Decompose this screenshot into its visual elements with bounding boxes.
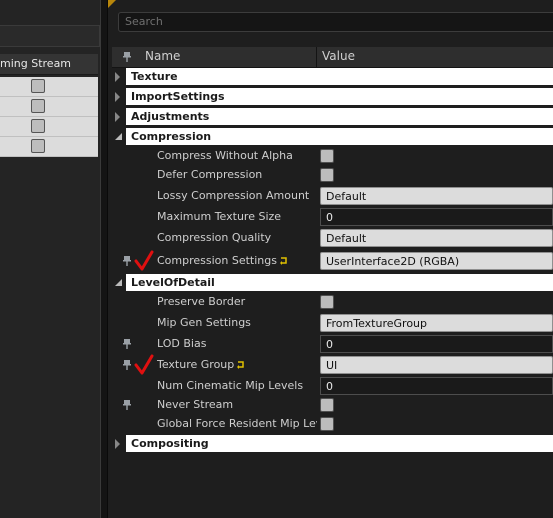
property-preserve-border: Preserve Border <box>112 292 553 312</box>
defer-compression-checkbox[interactable] <box>320 168 334 182</box>
category-label: ImportSettings <box>131 90 225 103</box>
left-row-checkbox[interactable] <box>31 139 45 153</box>
expand-arrow-icon[interactable] <box>115 92 120 102</box>
check-mark-icon <box>134 354 154 375</box>
property-never-stream: Never Stream <box>112 395 553 415</box>
compression-settings-dropdown[interactable]: UserInterface2D (RGBA) <box>320 252 553 270</box>
property-label: Compression Quality <box>157 231 272 244</box>
left-row-checkbox[interactable] <box>31 79 45 93</box>
left-toolbar <box>0 25 100 47</box>
never-stream-checkbox[interactable] <box>320 398 334 412</box>
category-level-of-detail[interactable]: LevelOfDetail <box>112 273 553 293</box>
category-adjustments[interactable]: Adjustments <box>112 107 553 127</box>
property-header-row: Name Value <box>112 47 553 68</box>
value-column-header[interactable]: Value <box>322 49 355 63</box>
panel-splitter[interactable] <box>100 0 108 518</box>
collapse-arrow-icon[interactable] <box>115 279 122 286</box>
pin-icon[interactable] <box>122 51 132 63</box>
property-label: Never Stream <box>157 398 234 411</box>
property-lod-bias: LOD Bias 0 <box>112 334 553 354</box>
property-global-force-resident-mip-levels: Global Force Resident Mip Leve <box>112 414 553 434</box>
global-force-resident-mip-levels-checkbox[interactable] <box>320 417 334 431</box>
pin-icon[interactable] <box>122 359 132 371</box>
category-bar <box>126 68 553 85</box>
compression-quality-dropdown[interactable]: Default <box>320 229 553 247</box>
reset-to-default-icon[interactable] <box>236 360 245 369</box>
property-compression-quality: Compression Quality Default <box>112 228 553 248</box>
category-compression[interactable]: Compression <box>112 127 553 147</box>
reset-to-default-icon[interactable] <box>279 256 288 265</box>
property-label: Compress Without Alpha <box>157 149 293 162</box>
preserve-border-checkbox[interactable] <box>320 295 334 309</box>
name-column-header[interactable]: Name <box>145 49 180 63</box>
property-label: Mip Gen Settings <box>157 316 251 329</box>
category-label: Compression <box>131 130 212 143</box>
property-compression-settings: Compression Settings UserInterface2D (RG… <box>112 250 553 271</box>
left-panel: ming Stream <box>0 0 100 518</box>
compress-without-alpha-checkbox[interactable] <box>320 149 334 163</box>
details-panel: Search Name Value Texture ImportSettings… <box>108 0 553 518</box>
search-placeholder: Search <box>125 15 163 28</box>
pin-icon[interactable] <box>122 399 132 411</box>
property-label: Compression Settings <box>157 254 317 267</box>
category-label: Compositing <box>131 437 209 450</box>
category-label: Adjustments <box>131 110 210 123</box>
property-label: Texture Group <box>157 358 317 371</box>
search-input[interactable]: Search <box>118 12 553 32</box>
left-list-row[interactable] <box>0 137 98 157</box>
category-label: LevelOfDetail <box>131 276 215 289</box>
left-list-row[interactable] <box>0 117 98 137</box>
collapse-arrow-icon[interactable] <box>115 133 122 140</box>
property-label: Defer Compression <box>157 168 263 181</box>
left-row-checkbox[interactable] <box>31 99 45 113</box>
panel-corner-marker <box>108 0 116 8</box>
property-compress-without-alpha: Compress Without Alpha <box>112 146 553 166</box>
lod-bias-input[interactable]: 0 <box>320 335 553 353</box>
expand-arrow-icon[interactable] <box>115 112 120 122</box>
property-label: Global Force Resident Mip Leve <box>157 417 317 430</box>
property-maximum-texture-size: Maximum Texture Size 0 <box>112 207 553 227</box>
category-label: Texture <box>131 70 178 83</box>
lossy-compression-amount-dropdown[interactable]: Default <box>320 187 553 205</box>
property-label: Maximum Texture Size <box>157 210 282 223</box>
property-label: Preserve Border <box>157 295 246 308</box>
num-cinematic-mip-levels-input[interactable]: 0 <box>320 377 553 395</box>
property-defer-compression: Defer Compression <box>112 165 553 185</box>
maximum-texture-size-input[interactable]: 0 <box>320 208 553 226</box>
check-mark-icon <box>134 250 154 271</box>
property-label: Num Cinematic Mip Levels <box>157 379 304 392</box>
category-compositing[interactable]: Compositing <box>112 434 553 454</box>
texture-group-dropdown[interactable]: UI <box>320 356 553 374</box>
left-column-header-label: ming Stream <box>0 57 72 70</box>
pin-icon[interactable] <box>122 255 132 267</box>
category-texture[interactable]: Texture <box>112 67 553 87</box>
left-column-header[interactable]: ming Stream <box>0 54 98 75</box>
expand-arrow-icon[interactable] <box>115 439 120 449</box>
property-label: Lossy Compression Amount <box>157 189 310 202</box>
left-row-checkbox[interactable] <box>31 119 45 133</box>
property-num-cinematic-mip-levels: Num Cinematic Mip Levels 0 <box>112 376 553 396</box>
expand-arrow-icon[interactable] <box>115 72 120 82</box>
left-list-row[interactable] <box>0 77 98 97</box>
left-list-row[interactable] <box>0 97 98 117</box>
mip-gen-settings-dropdown[interactable]: FromTextureGroup <box>320 314 553 332</box>
property-texture-group: Texture Group UI <box>112 354 553 375</box>
pin-icon[interactable] <box>122 338 132 350</box>
property-lossy-compression-amount: Lossy Compression Amount Default <box>112 186 553 206</box>
property-label: LOD Bias <box>157 337 207 350</box>
column-divider[interactable] <box>316 47 317 67</box>
property-mip-gen-settings: Mip Gen Settings FromTextureGroup <box>112 313 553 333</box>
category-import-settings[interactable]: ImportSettings <box>112 87 553 107</box>
